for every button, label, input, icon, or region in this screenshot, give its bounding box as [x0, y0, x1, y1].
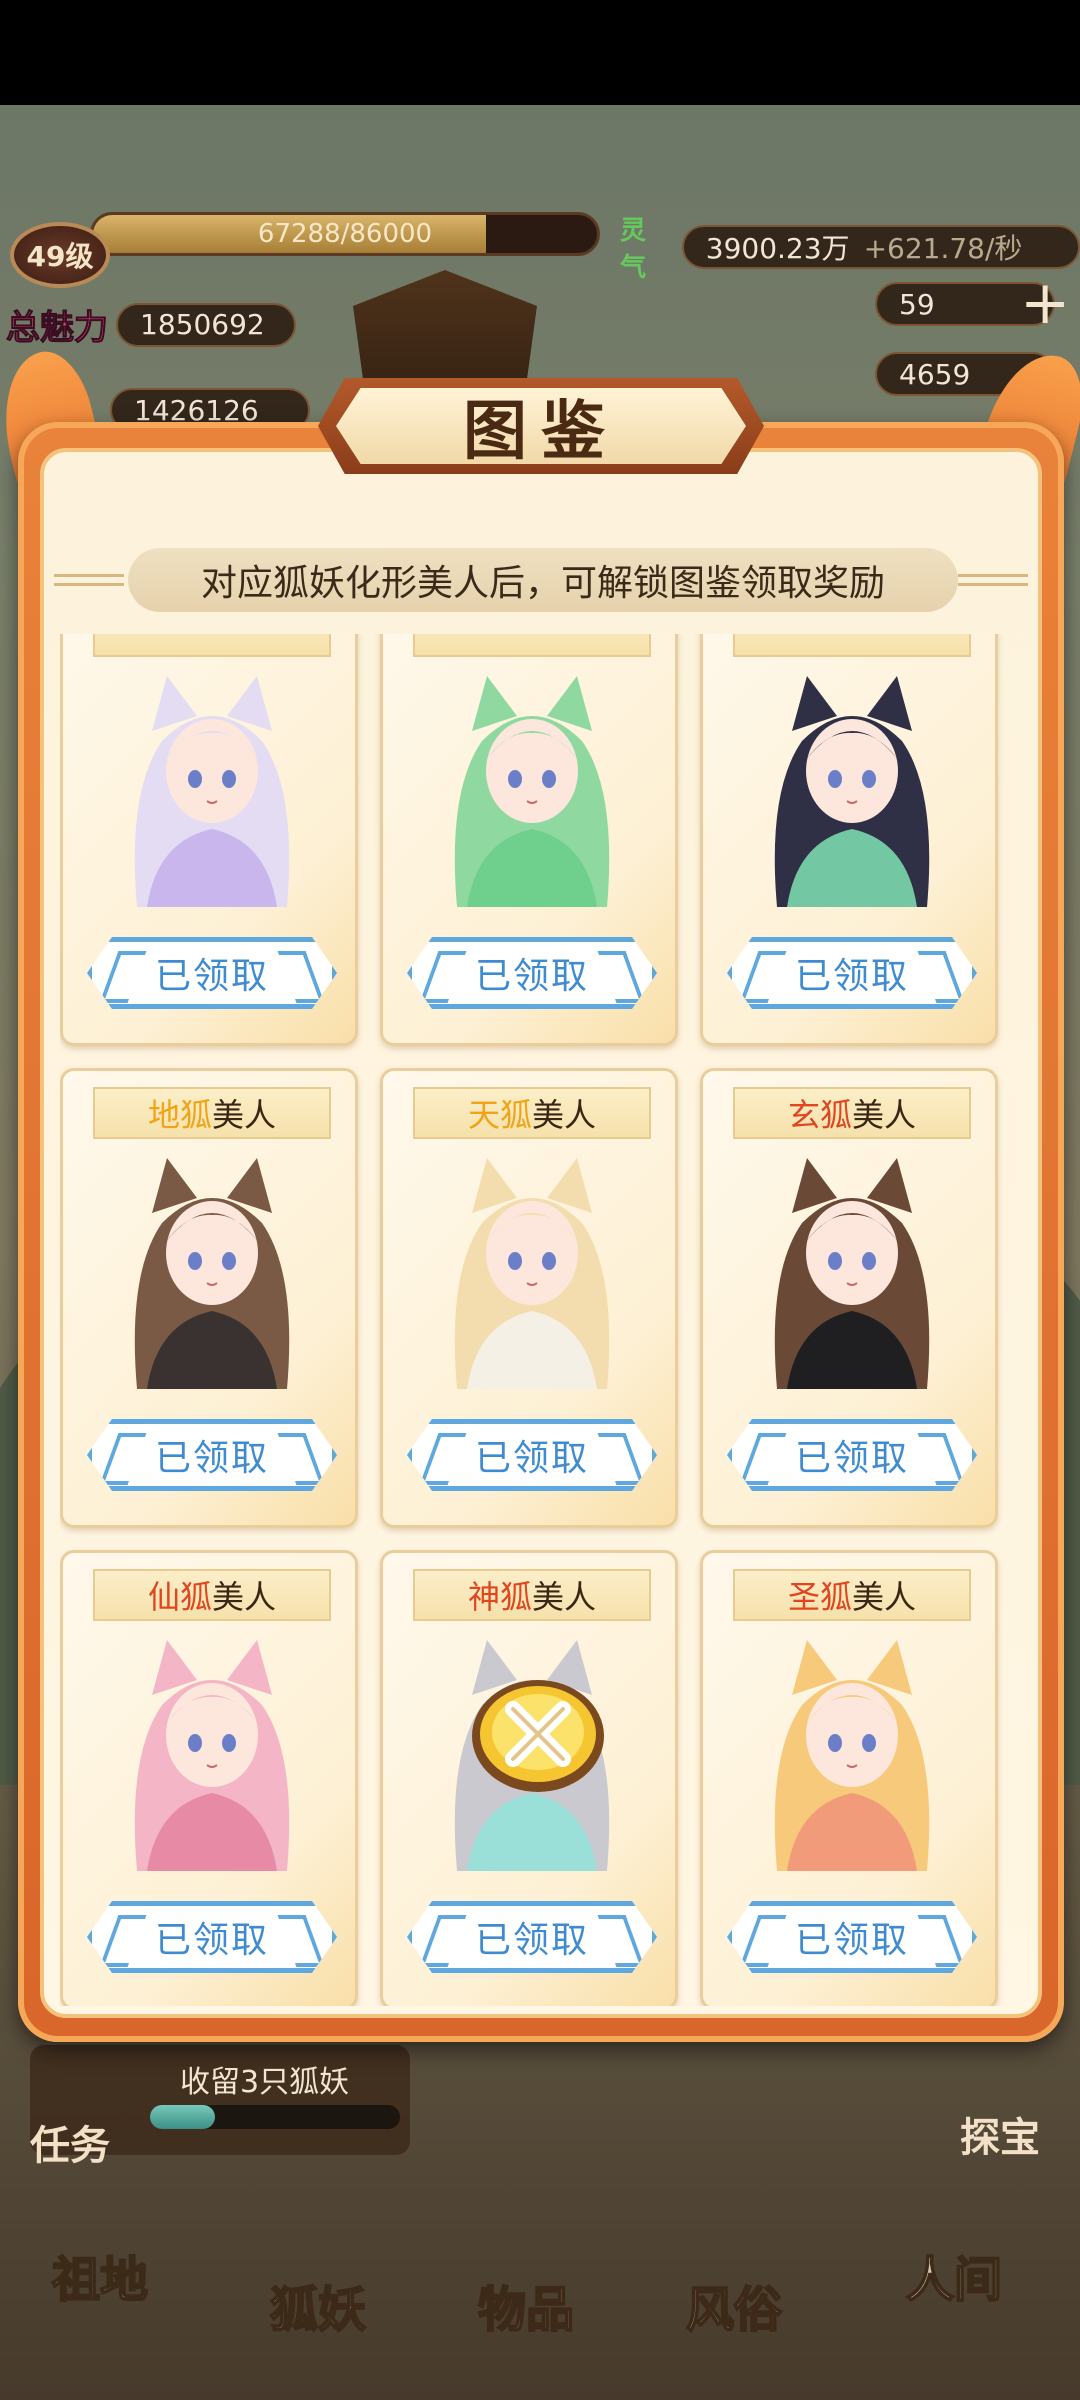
charm-row: 总魅力 1850692 — [6, 300, 296, 349]
modal-subtitle: 对应狐妖化形美人后，可解锁图鉴领取奖励 — [128, 548, 958, 612]
claimed-button[interactable]: 已领取 — [87, 1901, 337, 1973]
claimed-button[interactable]: 已领取 — [407, 1901, 657, 1973]
character-portrait — [134, 1158, 290, 1389]
card-title — [733, 634, 971, 657]
claimed-button[interactable]: 已领取 — [727, 1419, 977, 1491]
card-title: 地狐 美人 — [93, 1087, 331, 1139]
spirit-row: 灵气 3900.23万 +621.78/秒 — [620, 210, 1080, 284]
card-title-keyword: 神狐 — [467, 1578, 532, 1616]
card-title: 天狐 美人 — [413, 1087, 651, 1139]
claimed-button[interactable]: 已领取 — [727, 937, 977, 1009]
nav-customs[interactable]: 风俗 — [685, 2270, 783, 2340]
task-progress-bar — [150, 2105, 400, 2129]
nav-human-world[interactable]: 人间 — [905, 2240, 1003, 2310]
spirit-pill: 3900.23万 +621.78/秒 — [681, 225, 1080, 269]
card-title: 仙狐 美人 — [93, 1569, 331, 1621]
character-portrait — [774, 1158, 930, 1389]
character-portrait — [774, 1640, 930, 1871]
nav-items[interactable]: 物品 — [477, 2270, 575, 2340]
spirit-label: 灵气 — [620, 216, 647, 283]
task-label: 任务 — [30, 2122, 110, 2169]
experience-text: 67288/86000 — [257, 219, 433, 249]
card-title — [93, 634, 331, 657]
charm-value: 1850692 — [116, 302, 296, 347]
claimed-button[interactable]: 已领取 — [727, 1901, 977, 1973]
modal-title: 图鉴 — [463, 394, 619, 469]
card-title-suffix: 美人 — [852, 1578, 917, 1616]
subtitle-decoration-right — [958, 574, 1028, 586]
character-portrait — [454, 676, 610, 907]
card-title-keyword: 天狐 — [467, 1096, 532, 1134]
nav-fox-demon[interactable]: 狐妖 — [269, 2270, 367, 2340]
claimed-button[interactable]: 已领取 — [407, 1419, 657, 1491]
card-title — [413, 634, 651, 657]
card-title-suffix: 美人 — [532, 1578, 597, 1616]
collection-card: 圣狐 美人已领取 — [700, 1550, 998, 2006]
treasure-button[interactable]: 探宝 — [960, 2105, 1040, 2163]
collection-card: 玄狐 美人已领取 — [700, 1068, 998, 1528]
card-title-keyword: 地狐 — [147, 1096, 212, 1134]
card-title-suffix: 美人 — [532, 1096, 597, 1134]
card-title-suffix: 美人 — [212, 1578, 277, 1616]
spirit-value: 3900.23万 — [705, 232, 850, 265]
character-portrait — [134, 1640, 290, 1871]
card-title: 圣狐 美人 — [733, 1569, 971, 1621]
level-badge[interactable]: 49级 — [10, 222, 110, 288]
card-title-keyword: 仙狐 — [147, 1578, 212, 1616]
card-title-keyword: 圣狐 — [787, 1578, 852, 1616]
spirit-rate: +621.78/秒 — [863, 232, 1023, 265]
claimed-button[interactable]: 已领取 — [87, 937, 337, 1009]
card-title-suffix: 美人 — [212, 1096, 277, 1134]
title-banner: 图鉴 — [318, 378, 764, 474]
collection-card: 地狐 美人已领取 — [60, 1068, 358, 1528]
close-button[interactable] — [468, 1674, 608, 1804]
subtitle-decoration-left — [54, 574, 124, 586]
collection-card: 已领取 — [380, 634, 678, 1046]
collection-card: 已领取 — [60, 634, 358, 1046]
card-title: 玄狐 美人 — [733, 1087, 971, 1139]
character-portrait — [774, 676, 930, 907]
charm-label: 总魅力 — [6, 308, 109, 349]
collection-card: 天狐 美人已领取 — [380, 1068, 678, 1528]
character-portrait — [134, 676, 290, 907]
card-title-suffix: 美人 — [852, 1096, 917, 1134]
close-icon — [472, 1680, 604, 1792]
claimed-button[interactable]: 已领取 — [407, 937, 657, 1009]
experience-bar: 67288/86000 — [90, 212, 600, 256]
card-title-keyword: 玄狐 — [787, 1096, 852, 1134]
nav-ancestral-land[interactable]: 祖地 — [51, 2240, 149, 2310]
claimed-button[interactable]: 已领取 — [87, 1419, 337, 1491]
task-panel[interactable]: 收留3只狐妖 任务 — [30, 2045, 410, 2169]
collection-card: 仙狐 美人已领取 — [60, 1550, 358, 2006]
card-title: 神狐 美人 — [413, 1569, 651, 1621]
collection-card: 已领取 — [700, 634, 998, 1046]
task-text: 收留3只狐妖 — [180, 2065, 350, 2100]
character-portrait — [454, 1158, 610, 1389]
add-button[interactable]: + — [1020, 268, 1070, 338]
